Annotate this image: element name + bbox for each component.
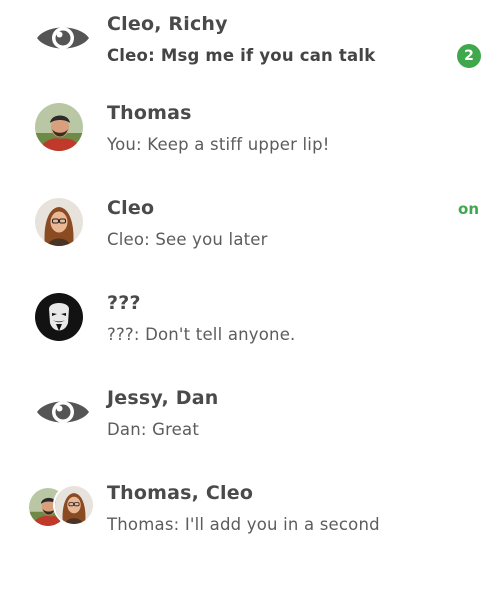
chat-title: Cleo	[107, 197, 155, 219]
eye-icon	[35, 388, 89, 436]
avatar-cleo-small	[53, 484, 95, 526]
chat-preview: ???: Don't tell anyone.	[107, 325, 296, 344]
chat-list: Cleo, Richy Cleo: Msg me if you can talk…	[0, 0, 500, 562]
chat-title: Thomas, Cleo	[107, 482, 254, 504]
eye-icon	[35, 14, 89, 62]
avatar-container	[35, 293, 83, 341]
chat-title: ???	[107, 292, 141, 314]
avatar-thomas	[35, 103, 83, 151]
chat-item-jessy-dan[interactable]: Jessy, Dan Dan: Great	[0, 372, 500, 467]
unread-count-badge: 2	[457, 44, 481, 68]
chat-item-cleo[interactable]: Cleo Cleo: See you later on	[0, 182, 500, 277]
chat-preview: Dan: Great	[107, 420, 200, 439]
chat-item-thomas-cleo[interactable]: Thomas, Cleo Thomas: I'll add you in a s…	[0, 467, 500, 562]
chat-preview: You: Keep a stiff upper lip!	[107, 135, 330, 154]
chat-preview: Cleo: Msg me if you can talk	[107, 46, 376, 65]
chat-title: Jessy, Dan	[107, 387, 219, 409]
chat-title: Cleo, Richy	[107, 13, 228, 35]
avatar-container	[35, 103, 83, 151]
chat-preview: Thomas: I'll add you in a second	[107, 515, 380, 534]
chat-item-cleo-richy[interactable]: Cleo, Richy Cleo: Msg me if you can talk…	[0, 0, 500, 87]
avatar-cleo	[35, 198, 83, 246]
chat-item-thomas[interactable]: Thomas You: Keep a stiff upper lip!	[0, 87, 500, 182]
chat-list-screen: Cleo, Richy Cleo: Msg me if you can talk…	[0, 0, 500, 600]
chat-title: Thomas	[107, 102, 192, 124]
avatar-anonymous-mask	[35, 293, 83, 341]
chat-preview: Cleo: See you later	[107, 230, 268, 249]
avatar-group	[27, 483, 95, 531]
chat-item-anonymous[interactable]: ??? ???: Don't tell anyone.	[0, 277, 500, 372]
online-status: on	[458, 200, 479, 218]
avatar-container	[35, 198, 83, 246]
